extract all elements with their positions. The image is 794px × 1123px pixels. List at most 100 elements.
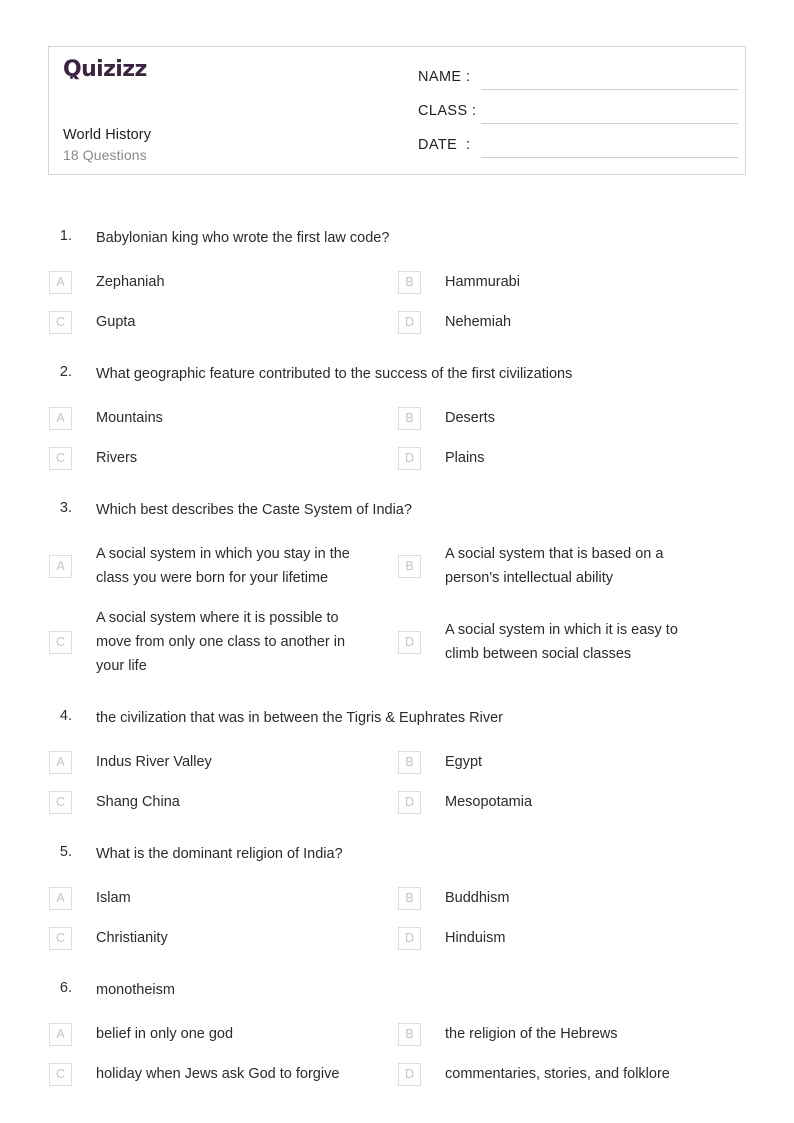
option-text: Indus River Valley xyxy=(96,754,212,770)
option-text: A social system in which it is easy to c… xyxy=(445,622,678,662)
option-text: Gupta xyxy=(96,314,136,330)
answer-option[interactable]: Choliday when Jews ask God to forgive xyxy=(0,1054,350,1094)
option-letter-box: A xyxy=(49,750,72,774)
class-field-input-line[interactable] xyxy=(481,123,738,124)
worksheet-header-card: Quizizz World History 18 Questions NAME … xyxy=(48,46,746,175)
answer-option[interactable]: Dcommentaries, stories, and folklore xyxy=(350,1054,700,1094)
option-row: C Rivers D Plains xyxy=(0,438,794,478)
answer-option[interactable]: B Deserts xyxy=(350,398,700,438)
answer-option[interactable]: B Hammurabi xyxy=(350,262,700,302)
question-block: 5. What is the dominant religion of India… xyxy=(0,844,794,958)
option-letter-box: A xyxy=(49,886,72,910)
answer-option[interactable]: C Rivers xyxy=(0,438,350,478)
answer-option[interactable]: D Plains xyxy=(350,438,700,478)
option-row: C Gupta D Nehemiah xyxy=(0,302,794,342)
option-text: Mountains xyxy=(96,410,163,426)
option-letter-box: A xyxy=(49,554,72,578)
option-text: belief in only one god xyxy=(96,1026,234,1042)
answer-option[interactable]: A Indus River Valley xyxy=(0,742,350,782)
answer-option[interactable]: B A social system that is based on a pers… xyxy=(350,534,700,598)
option-letter-box: D xyxy=(398,630,421,654)
option-text: Hammurabi xyxy=(445,274,520,290)
option-row: A A social system in which you stay in th… xyxy=(0,534,794,598)
option-text: Hinduism xyxy=(445,930,506,946)
option-letter-box: C xyxy=(49,630,72,654)
name-field-row: NAME : xyxy=(418,69,738,103)
question-spacer xyxy=(0,958,794,980)
option-letter-box: A xyxy=(49,1022,72,1046)
answer-option[interactable]: A A social system in which you stay in th… xyxy=(0,534,350,598)
question-number: 2. xyxy=(59,364,72,380)
question-text: the civilization that was in between the… xyxy=(96,710,504,726)
answer-option[interactable]: D Mesopotamia xyxy=(350,782,700,822)
option-letter-box: D xyxy=(398,790,421,814)
option-text: Christianity xyxy=(96,930,168,946)
answer-option[interactable]: C A social system where it is possible to… xyxy=(0,598,350,686)
option-row: Abelief in only one god Bthe religion of … xyxy=(0,1014,794,1054)
question-text: What is the dominant religion of India? xyxy=(96,846,343,862)
option-text: Plains xyxy=(445,450,485,466)
answer-option[interactable]: Abelief in only one god xyxy=(0,1014,350,1054)
option-letter-box: A xyxy=(49,406,72,430)
answer-option[interactable]: C Gupta xyxy=(0,302,350,342)
question-spacer xyxy=(0,478,794,500)
question-block: 2. What geographic feature contributed to… xyxy=(0,364,794,478)
question-block: 3. Which best describes the Caste System … xyxy=(0,500,794,686)
answer-option[interactable]: B Egypt xyxy=(350,742,700,782)
name-field-input-line[interactable] xyxy=(481,89,738,90)
question-heading: 6. monotheism xyxy=(0,980,794,1014)
quiz-title: World History xyxy=(63,127,152,143)
option-letter-box: C xyxy=(49,310,72,334)
question-number: 5. xyxy=(59,844,72,860)
option-text: Mesopotamia xyxy=(445,794,533,810)
question-spacer xyxy=(0,822,794,844)
option-letter-box: D xyxy=(398,1062,421,1086)
answer-option[interactable]: A Zephaniah xyxy=(0,262,350,302)
option-letter-box: D xyxy=(398,926,421,950)
option-text: Nehemiah xyxy=(445,314,512,330)
option-row: A Islam B Buddhism xyxy=(0,878,794,918)
option-letter-box: B xyxy=(398,1022,421,1046)
option-text: commentaries, stories, and folklore xyxy=(445,1066,670,1082)
option-letter-box: B xyxy=(398,886,421,910)
question-block: 4. the civilization that was in between t… xyxy=(0,708,794,822)
option-letter-box: C xyxy=(49,926,72,950)
answer-option[interactable]: A Islam xyxy=(0,878,350,918)
date-field-input-line[interactable] xyxy=(481,157,738,158)
quizizz-logo: Quizizz xyxy=(63,59,147,81)
question-text: Babylonian king who wrote the first law … xyxy=(96,230,390,246)
option-text: Shang China xyxy=(96,794,180,810)
option-letter-box: B xyxy=(398,554,421,578)
answer-option[interactable]: Bthe religion of the Hebrews xyxy=(350,1014,700,1054)
option-row: Choliday when Jews ask God to forgive Dco… xyxy=(0,1054,794,1094)
question-heading: 3. Which best describes the Caste System … xyxy=(0,500,794,534)
class-field-label: CLASS : xyxy=(418,103,477,119)
option-letter-box: B xyxy=(398,406,421,430)
student-info-fields: NAME : CLASS : DATE : xyxy=(418,69,738,171)
answer-option[interactable]: C Christianity xyxy=(0,918,350,958)
option-text: Buddhism xyxy=(445,890,510,906)
question-block: 1. Babylonian king who wrote the first la… xyxy=(0,228,794,342)
option-text: Islam xyxy=(96,890,131,906)
answer-option[interactable]: D Hinduism xyxy=(350,918,700,958)
quizizz-logo-text: Quizizz xyxy=(63,57,147,82)
answer-option[interactable]: D A social system in which it is easy to … xyxy=(350,598,700,686)
answer-option[interactable]: D Nehemiah xyxy=(350,302,700,342)
date-field-label: DATE : xyxy=(418,137,471,153)
option-text: Rivers xyxy=(96,450,138,466)
quiz-question-count: 18 Questions xyxy=(63,147,147,163)
question-block: 6. monotheism Abelief in only one god Bthe … xyxy=(0,980,794,1094)
answer-option[interactable]: B Buddhism xyxy=(350,878,700,918)
option-text: the religion of the Hebrews xyxy=(445,1026,618,1042)
name-field-label: NAME : xyxy=(418,69,471,85)
date-field-row: DATE : xyxy=(418,137,738,171)
question-heading: 2. What geographic feature contributed to… xyxy=(0,364,794,398)
question-text: Which best describes the Caste System of… xyxy=(96,502,412,518)
option-text: Egypt xyxy=(445,754,483,770)
option-row: C A social system where it is possible to… xyxy=(0,598,794,686)
question-number: 6. xyxy=(59,980,72,996)
answer-option[interactable]: A Mountains xyxy=(0,398,350,438)
question-heading: 4. the civilization that was in between t… xyxy=(0,708,794,742)
option-text: holiday when Jews ask God to forgive xyxy=(96,1066,340,1082)
answer-option[interactable]: C Shang China xyxy=(0,782,350,822)
